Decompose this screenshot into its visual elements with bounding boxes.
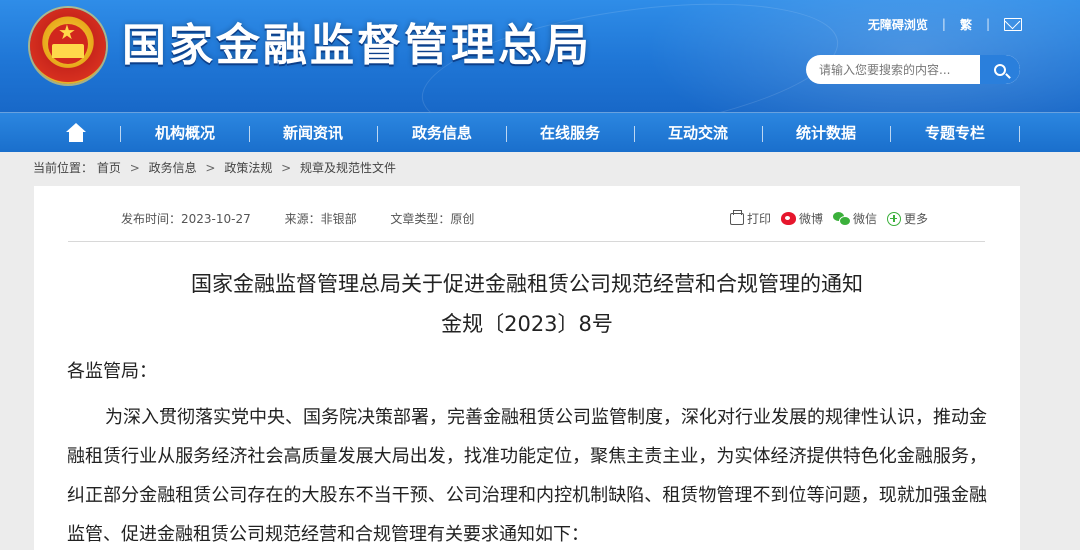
nav-item-news[interactable]: 新闻资讯 bbox=[253, 113, 373, 153]
weibo-label: 微博 bbox=[799, 212, 824, 226]
breadcrumb-separator: > bbox=[281, 161, 292, 175]
weibo-icon bbox=[781, 212, 797, 225]
site-header: ★ 国家金融监督管理总局 无障碍浏览 | 繁 | bbox=[0, 0, 1080, 112]
nav-separator bbox=[634, 126, 635, 142]
mail-icon[interactable] bbox=[1004, 17, 1022, 31]
wechat-label: 微信 bbox=[853, 212, 878, 226]
article-title: 国家金融监督管理总局关于促进金融租赁公司规范经营和合规管理的通知 bbox=[191, 272, 863, 296]
print-button[interactable]: 打印 bbox=[730, 209, 772, 227]
article-type: 文章类型：原创 bbox=[390, 212, 475, 226]
nav-item-statistics[interactable]: 统计数据 bbox=[766, 113, 886, 153]
meta-divider bbox=[68, 241, 985, 242]
national-emblem-icon[interactable]: ★ bbox=[30, 8, 106, 84]
main-nav: 机构概况 新闻资讯 政务信息 在线服务 互动交流 统计数据 专题专栏 bbox=[0, 112, 1080, 152]
breadcrumb-separator: > bbox=[205, 161, 216, 175]
accessibility-link[interactable]: 无障碍浏览 bbox=[868, 16, 928, 33]
search-input[interactable] bbox=[806, 55, 980, 84]
search-icon bbox=[994, 63, 1006, 76]
nav-separator bbox=[249, 126, 250, 142]
salutation: 各监管局： bbox=[67, 361, 157, 382]
breadcrumb-item-home[interactable]: 首页 bbox=[97, 161, 121, 175]
breadcrumb: 当前位置： 首页 > 政务信息 > 政策法规 > 规章及规范性文件 bbox=[33, 161, 396, 175]
publish-date: 发布时间：2023-10-27 bbox=[121, 212, 251, 226]
share-weibo-button[interactable]: 微博 bbox=[781, 210, 823, 227]
document-number: 金规〔2023〕8号 bbox=[441, 312, 613, 336]
site-title[interactable]: 国家金融监督管理总局 bbox=[122, 16, 592, 76]
share-wechat-button[interactable]: 微信 bbox=[833, 210, 877, 227]
top-link-separator: | bbox=[985, 17, 990, 31]
plus-icon bbox=[887, 211, 902, 226]
home-icon[interactable] bbox=[65, 123, 87, 143]
search-box bbox=[806, 55, 1020, 84]
print-icon bbox=[730, 209, 744, 225]
top-links: 无障碍浏览 | 繁 | bbox=[868, 14, 1022, 34]
nav-item-interaction[interactable]: 互动交流 bbox=[638, 113, 758, 153]
nav-item-about[interactable]: 机构概况 bbox=[125, 113, 245, 153]
top-link-separator: | bbox=[941, 17, 946, 31]
nav-separator bbox=[1019, 126, 1020, 142]
traditional-chinese-link[interactable]: 繁 bbox=[960, 16, 972, 33]
nav-item-special-topics[interactable]: 专题专栏 bbox=[895, 113, 1015, 153]
search-button[interactable] bbox=[980, 55, 1020, 84]
nav-separator bbox=[890, 126, 891, 142]
nav-item-online-services[interactable]: 在线服务 bbox=[510, 113, 630, 153]
breadcrumb-prefix: 当前位置： bbox=[33, 161, 94, 175]
article-paragraph: 为深入贯彻落实党中央、国务院决策部署，完善金融租赁公司监管制度，深化对行业发展的… bbox=[67, 407, 987, 545]
nav-separator bbox=[762, 126, 763, 142]
breadcrumb-separator: > bbox=[129, 161, 140, 175]
print-label: 打印 bbox=[747, 212, 772, 226]
breadcrumb-item-regulations[interactable]: 规章及规范性文件 bbox=[300, 161, 396, 175]
share-bar: 打印 微博 微信 更多 bbox=[730, 209, 928, 227]
nav-separator bbox=[377, 126, 378, 142]
article-meta: 发布时间：2023-10-27 来源：非银部 文章类型：原创 bbox=[121, 212, 504, 226]
breadcrumb-item-government-info[interactable]: 政务信息 bbox=[149, 161, 197, 175]
breadcrumb-item-policies[interactable]: 政策法规 bbox=[224, 161, 272, 175]
more-label: 更多 bbox=[904, 212, 929, 226]
wechat-icon bbox=[833, 212, 852, 226]
nav-separator bbox=[120, 126, 121, 142]
share-more-button[interactable]: 更多 bbox=[887, 210, 928, 227]
article-source: 来源：非银部 bbox=[284, 212, 357, 226]
nav-item-government-info[interactable]: 政务信息 bbox=[382, 113, 502, 153]
nav-separator bbox=[506, 126, 507, 142]
